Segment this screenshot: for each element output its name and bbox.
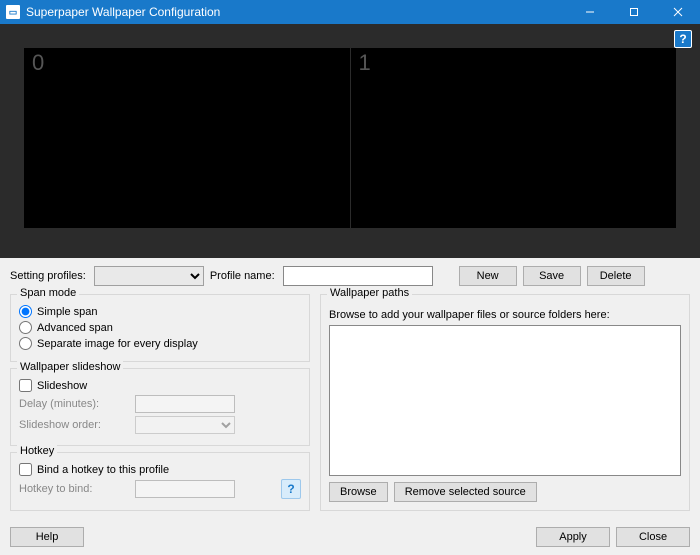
monitor-preview-area: ? 0 1 xyxy=(0,24,700,258)
setting-profiles-select[interactable] xyxy=(94,266,204,286)
hotkey-help-icon[interactable]: ? xyxy=(281,479,301,499)
monitor-1[interactable]: 1 xyxy=(351,48,677,228)
hotkey-enable-label: Bind a hotkey to this profile xyxy=(37,464,169,476)
span-mode-group: Span mode Simple span Advanced span Sepa… xyxy=(10,294,310,362)
remove-source-button[interactable]: Remove selected source xyxy=(394,482,537,502)
advanced-span-radio[interactable] xyxy=(19,321,32,334)
advanced-span-label: Advanced span xyxy=(37,322,113,334)
group-title: Wallpaper slideshow xyxy=(17,361,123,373)
help-icon[interactable]: ? xyxy=(674,30,692,48)
delay-input xyxy=(135,395,235,413)
delay-label: Delay (minutes): xyxy=(19,398,129,410)
maximize-button[interactable] xyxy=(612,0,656,24)
slideshow-checkbox[interactable] xyxy=(19,379,32,392)
monitor-index: 0 xyxy=(32,50,44,76)
minimize-button[interactable] xyxy=(568,0,612,24)
apply-button[interactable]: Apply xyxy=(536,527,610,547)
settings-panel: Setting profiles: Profile name: New Save… xyxy=(0,258,700,555)
separate-image-radio[interactable] xyxy=(19,337,32,350)
hotkey-checkbox[interactable] xyxy=(19,463,32,476)
simple-span-radio[interactable] xyxy=(19,305,32,318)
paths-listbox[interactable] xyxy=(329,325,681,476)
order-label: Slideshow order: xyxy=(19,419,129,431)
titlebar: ▭ Superpaper Wallpaper Configuration xyxy=(0,0,700,24)
window-controls xyxy=(568,0,700,24)
hotkey-bind-label: Hotkey to bind: xyxy=(19,483,129,495)
simple-span-label: Simple span xyxy=(37,306,98,318)
footer: Help Apply Close xyxy=(0,521,700,555)
help-button[interactable]: Help xyxy=(10,527,84,547)
setting-profiles-label: Setting profiles: xyxy=(10,270,86,282)
monitor-index: 1 xyxy=(359,50,371,76)
order-select xyxy=(135,416,235,434)
group-title: Span mode xyxy=(17,287,79,299)
paths-hint: Browse to add your wallpaper files or so… xyxy=(329,309,681,321)
delete-button[interactable]: Delete xyxy=(587,266,645,286)
monitor-0[interactable]: 0 xyxy=(24,48,350,228)
app-icon: ▭ xyxy=(6,5,20,19)
window-title: Superpaper Wallpaper Configuration xyxy=(26,5,568,19)
monitor-layout: 0 1 xyxy=(24,48,676,228)
new-button[interactable]: New xyxy=(459,266,517,286)
hotkey-group: Hotkey Bind a hotkey to this profile Hot… xyxy=(10,452,310,511)
wallpaper-paths-group: Wallpaper paths Browse to add your wallp… xyxy=(320,294,690,511)
slideshow-group: Wallpaper slideshow Slideshow Delay (min… xyxy=(10,368,310,446)
close-button[interactable]: Close xyxy=(616,527,690,547)
save-button[interactable]: Save xyxy=(523,266,581,286)
separate-image-label: Separate image for every display xyxy=(37,338,198,350)
close-window-button[interactable] xyxy=(656,0,700,24)
group-title: Wallpaper paths xyxy=(327,287,412,299)
profile-name-label: Profile name: xyxy=(210,270,275,282)
group-title: Hotkey xyxy=(17,445,57,457)
profile-name-input[interactable] xyxy=(283,266,433,286)
slideshow-label: Slideshow xyxy=(37,380,87,392)
hotkey-input xyxy=(135,480,235,498)
browse-button[interactable]: Browse xyxy=(329,482,388,502)
